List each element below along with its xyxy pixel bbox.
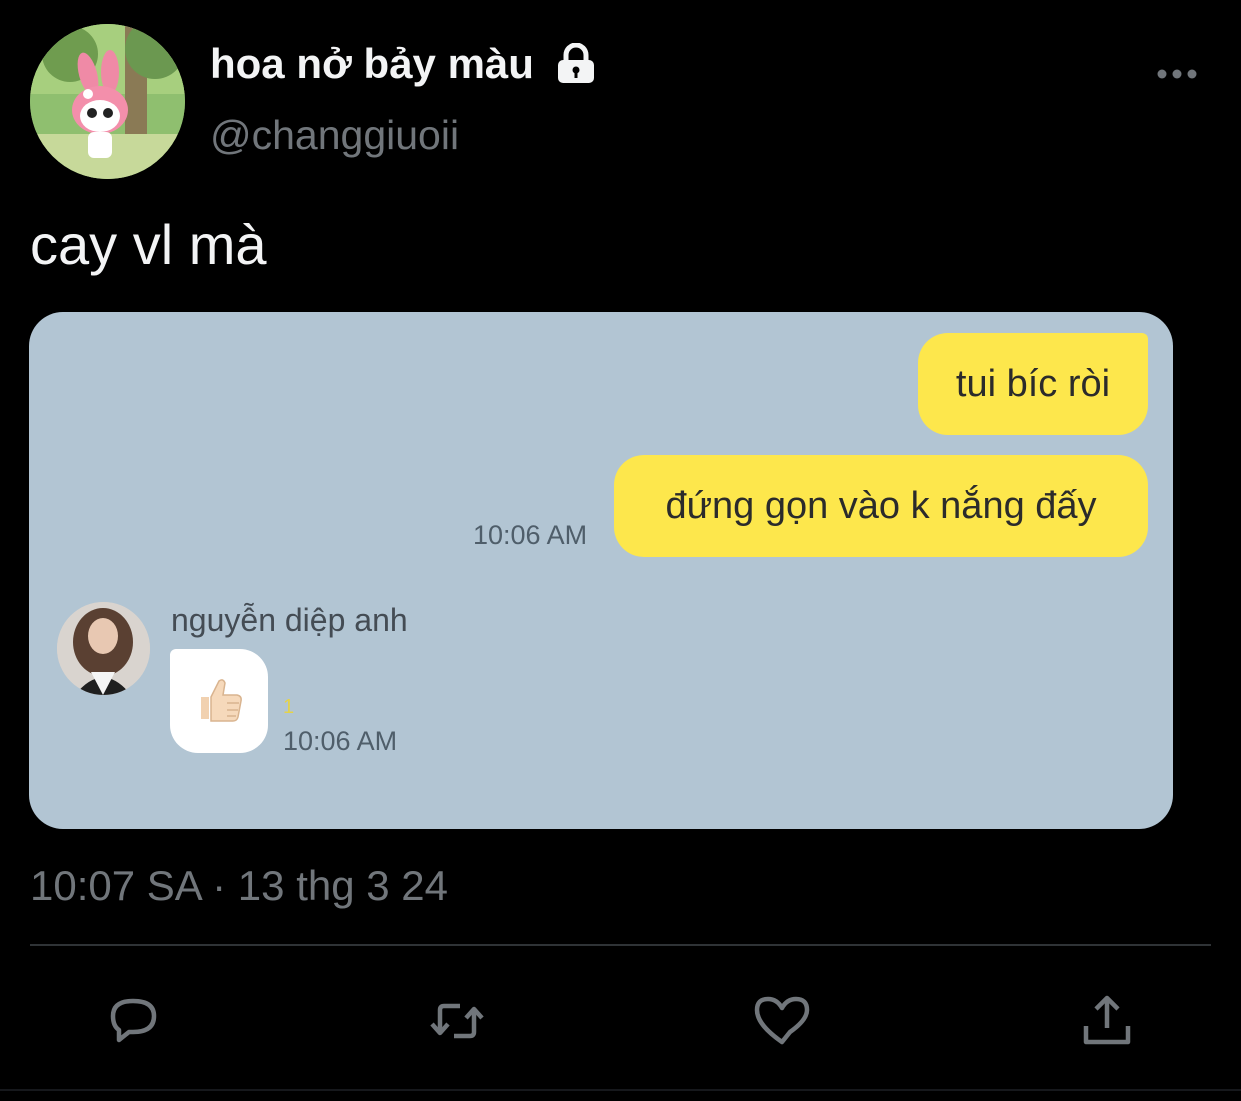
bottom-divider — [0, 1089, 1241, 1091]
reply-icon[interactable] — [103, 990, 165, 1052]
friend-avatar — [57, 602, 150, 695]
profile-avatar[interactable] — [30, 24, 185, 179]
share-icon[interactable] — [1076, 990, 1138, 1052]
user-handle[interactable]: @changgiuoii — [210, 112, 459, 159]
divider — [30, 944, 1211, 946]
friend-name: nguyễn diệp anh — [171, 602, 408, 638]
sent-time: 10:06 AM — [473, 520, 588, 550]
sent-message-text: tui bíc ròi — [955, 362, 1111, 405]
sent-message-bubble: tui bíc ròi — [918, 333, 1148, 435]
more-options-icon[interactable] — [1156, 62, 1198, 86]
lock-icon — [556, 42, 596, 85]
tweet-timestamp[interactable]: 10:07 SA · 13 thg 3 24 — [30, 862, 448, 910]
tweet-media-image[interactable]: tui bíc ròi đứng gọn vào k nắng đấy 10:0… — [29, 312, 1173, 829]
read-count: 1 — [283, 696, 295, 718]
display-name[interactable]: hoa nở bảy màu — [210, 40, 534, 88]
sent-message-text: đứng gọn vào k nắng đấy — [665, 484, 1097, 527]
received-message-bubble — [170, 649, 268, 753]
tweet-text: cay vl mà — [30, 213, 267, 276]
display-name-row[interactable]: hoa nở bảy màu — [210, 40, 596, 88]
heart-icon[interactable] — [751, 990, 813, 1052]
received-time: 10:06 AM — [283, 726, 398, 756]
thumbs-up-icon — [193, 673, 245, 730]
sent-message-bubble: đứng gọn vào k nắng đấy — [614, 455, 1148, 557]
retweet-icon[interactable] — [426, 990, 488, 1052]
